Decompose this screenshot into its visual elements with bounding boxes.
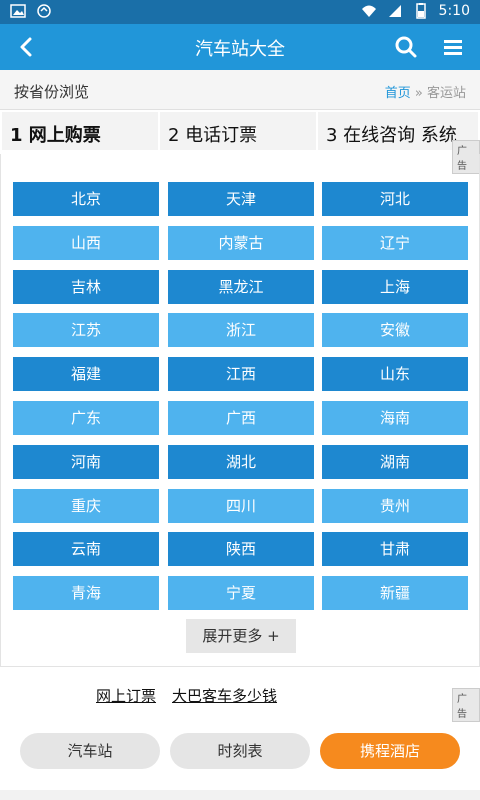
ad-links-row: 1 网上购票 2 电话订票 3 在线咨询 系统 广告 bbox=[0, 110, 480, 174]
province-button[interactable]: 广东 bbox=[13, 401, 159, 435]
breadcrumb-home-link[interactable]: 首页 bbox=[385, 86, 411, 101]
province-button[interactable]: 黑龙江 bbox=[168, 270, 314, 304]
province-button[interactable]: 江苏 bbox=[13, 313, 159, 347]
app-bar: 汽车站大全 bbox=[0, 24, 480, 70]
province-button[interactable]: 北京 bbox=[13, 182, 159, 216]
province-button[interactable]: 云南 bbox=[13, 532, 159, 566]
breadcrumb-bar: 按省份浏览 首页 » 客运站 bbox=[0, 70, 480, 110]
province-button[interactable]: 上海 bbox=[322, 270, 468, 304]
status-time: 5:10 bbox=[438, 3, 470, 19]
province-button[interactable]: 重庆 bbox=[13, 489, 159, 523]
province-button[interactable]: 广西 bbox=[168, 401, 314, 435]
status-bar: 5:10 bbox=[0, 0, 480, 24]
expand-more-button[interactable]: 展开更多 + bbox=[186, 619, 296, 653]
province-button[interactable]: 安徽 bbox=[322, 313, 468, 347]
province-button[interactable]: 河北 bbox=[322, 182, 468, 216]
breadcrumb: 首页 » 客运站 bbox=[385, 82, 466, 101]
pill-bus-station[interactable]: 汽车站 bbox=[20, 733, 160, 769]
province-button[interactable]: 贵州 bbox=[322, 489, 468, 523]
province-button[interactable]: 四川 bbox=[168, 489, 314, 523]
search-icon[interactable] bbox=[393, 34, 419, 60]
ad-tag: 广告 bbox=[452, 688, 480, 722]
province-button[interactable]: 福建 bbox=[13, 357, 159, 391]
breadcrumb-current: 客运站 bbox=[426, 86, 466, 101]
province-button[interactable]: 甘肃 bbox=[322, 532, 468, 566]
province-button[interactable]: 山西 bbox=[13, 226, 159, 260]
section-label: 按省份浏览 bbox=[14, 83, 90, 101]
pill-timetable[interactable]: 时刻表 bbox=[170, 733, 310, 769]
province-button[interactable]: 吉林 bbox=[13, 270, 159, 304]
province-button[interactable]: 河南 bbox=[13, 445, 159, 479]
breadcrumb-separator: » bbox=[414, 86, 423, 101]
province-button[interactable]: 内蒙古 bbox=[168, 226, 314, 260]
battery-icon bbox=[415, 3, 426, 19]
province-button[interactable]: 湖南 bbox=[322, 445, 468, 479]
bottom-strip bbox=[0, 790, 480, 800]
province-button[interactable]: 山东 bbox=[322, 357, 468, 391]
province-button[interactable]: 天津 bbox=[168, 182, 314, 216]
wifi-icon bbox=[361, 5, 376, 17]
province-button[interactable]: 辽宁 bbox=[322, 226, 468, 260]
footer-link-online-booking[interactable]: 网上订票 bbox=[96, 685, 156, 706]
footer-links: 网上订票 大巴客车多少钱 广告 bbox=[0, 680, 480, 722]
province-button[interactable]: 青海 bbox=[13, 576, 159, 610]
province-button[interactable]: 宁夏 bbox=[168, 576, 314, 610]
ad-link-phone-booking[interactable]: 2 电话订票 bbox=[160, 112, 316, 150]
bottom-pill-bar: 汽车站 时刻表 携程酒店 bbox=[0, 733, 480, 769]
ad-link-online-ticket[interactable]: 1 网上购票 bbox=[2, 112, 158, 150]
image-notification-icon bbox=[10, 4, 26, 18]
sync-notification-icon bbox=[37, 4, 51, 18]
province-button[interactable]: 浙江 bbox=[168, 313, 314, 347]
pill-ctrip-hotel[interactable]: 携程酒店 bbox=[320, 733, 460, 769]
province-button[interactable]: 湖北 bbox=[168, 445, 314, 479]
province-grid: 北京 天津 河北山西 内蒙古 辽宁吉林 黑龙江 上海江苏 浙江 安徽福建 江西 山东广东 广西 海南河南… bbox=[0, 154, 480, 667]
footer-link-bus-price[interactable]: 大巴客车多少钱 bbox=[172, 685, 277, 706]
hamburger-menu-icon[interactable] bbox=[440, 34, 466, 60]
province-button[interactable]: 江西 bbox=[168, 357, 314, 391]
province-button[interactable]: 新疆 bbox=[322, 576, 468, 610]
signal-icon bbox=[388, 5, 401, 17]
province-button[interactable]: 海南 bbox=[322, 401, 468, 435]
province-button[interactable]: 陕西 bbox=[168, 532, 314, 566]
